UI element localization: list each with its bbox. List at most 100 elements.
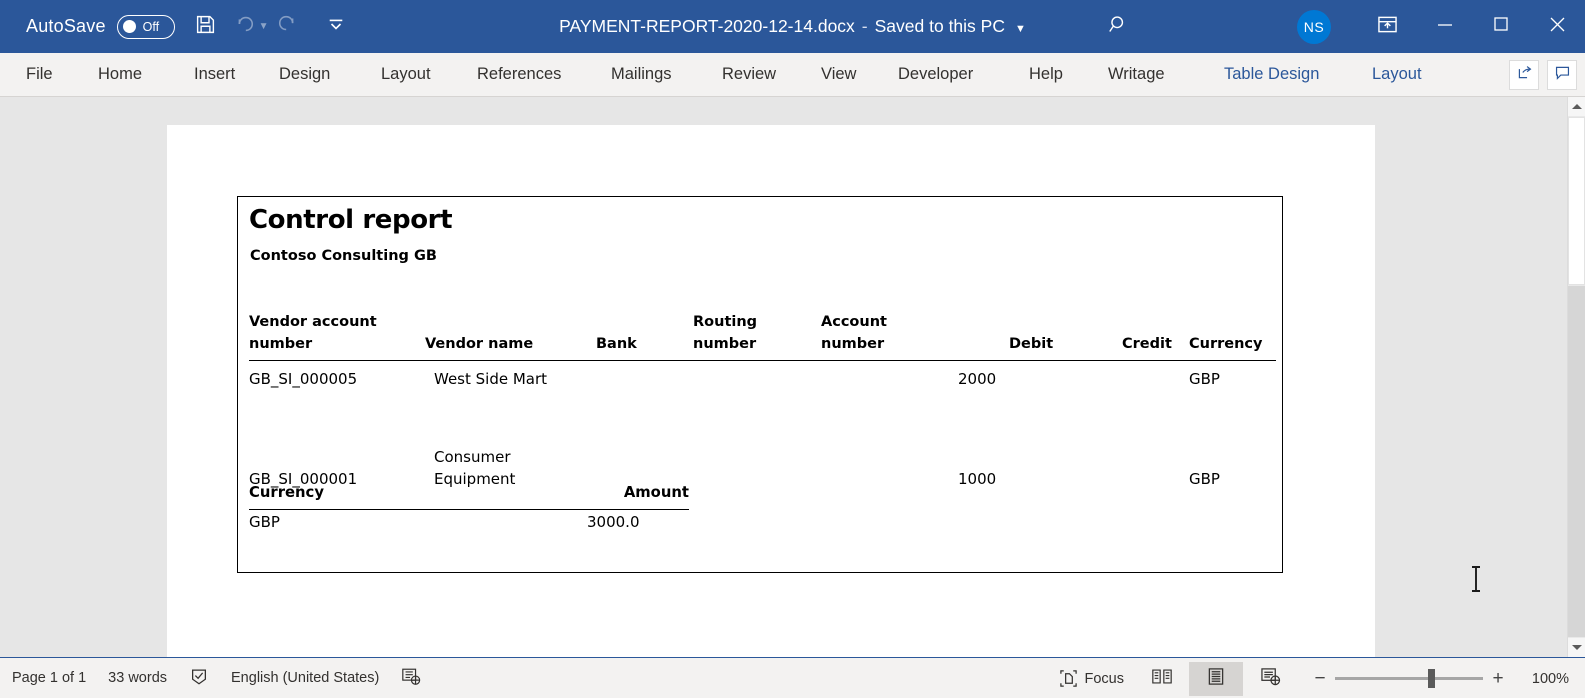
search-button[interactable]	[1091, 0, 1145, 53]
maximize-button[interactable]	[1473, 0, 1529, 53]
close-icon	[1549, 16, 1566, 38]
column-header-routing-number-line2: number	[693, 336, 757, 352]
save-button[interactable]	[187, 8, 225, 46]
tab-layout[interactable]: Layout	[381, 53, 431, 97]
zoom-slider-track[interactable]	[1335, 669, 1483, 688]
summary-header-row: Currency Amount	[249, 484, 689, 510]
tab-help[interactable]: Help	[1029, 53, 1063, 97]
cell-summary-amount: 3000.0	[587, 513, 640, 531]
tab-table-design[interactable]: Table Design	[1224, 53, 1319, 97]
web-layout-icon	[1260, 667, 1281, 691]
word-count-indicator[interactable]: 33 words	[97, 658, 178, 698]
column-header-debit: Debit	[1009, 336, 1054, 352]
scroll-up-button[interactable]	[1568, 97, 1585, 116]
cell-vendor-name-line1: Consumer	[434, 448, 511, 466]
minimize-button[interactable]	[1417, 0, 1473, 53]
avatar[interactable]: NS	[1297, 9, 1331, 44]
document-work-area: Control report Contoso Consulting GB Ven…	[0, 97, 1585, 685]
language-indicator[interactable]: English (United States)	[220, 658, 390, 698]
column-header-vendor-name: Vendor name	[425, 336, 534, 352]
accessibility-checker-icon	[401, 667, 421, 690]
tab-review[interactable]: Review	[722, 53, 776, 97]
tab-view[interactable]: View	[821, 53, 856, 97]
zoom-slider-thumb[interactable]	[1428, 669, 1436, 688]
cell-debit: 1000	[958, 470, 997, 488]
tab-design[interactable]: Design	[279, 53, 330, 97]
undo-button[interactable]	[225, 8, 263, 46]
zoom-control[interactable]: − + 100%	[1307, 668, 1585, 690]
document-page[interactable]: Control report Contoso Consulting GB Ven…	[167, 125, 1375, 685]
zoom-level-label[interactable]: 100%	[1525, 671, 1569, 687]
accessibility-checker-button[interactable]	[390, 658, 432, 698]
cell-vendor-name: West Side Mart	[434, 370, 548, 388]
share-button[interactable]	[1509, 60, 1539, 90]
chevron-down-icon[interactable]: ▼	[1015, 23, 1026, 35]
redo-icon	[277, 13, 299, 40]
web-layout-button[interactable]	[1243, 662, 1297, 696]
ribbon-right-buttons	[1509, 53, 1577, 97]
quick-access-toolbar: ▼	[187, 8, 355, 46]
autosave-control[interactable]: AutoSave Off	[26, 14, 175, 39]
document-filename: PAYMENT-REPORT-2020-12-14.docx	[559, 16, 855, 36]
tab-developer[interactable]: Developer	[898, 53, 973, 97]
zoom-out-button[interactable]: −	[1307, 668, 1333, 690]
grid-header-row: Vendor account number Vendor name Bank R…	[249, 313, 1276, 361]
column-header-summary-currency: Currency	[249, 484, 324, 501]
page-number-indicator[interactable]: Page 1 of 1	[0, 658, 97, 698]
comments-button[interactable]	[1547, 60, 1577, 90]
tab-references[interactable]: References	[477, 53, 561, 97]
ribbon-display-options-icon	[1377, 15, 1398, 39]
ribbon-tab-bar: File Home Insert Design Layout Reference…	[0, 53, 1585, 97]
table-row[interactable]: GB_SI_000005 West Side Mart 2000 GBP	[249, 361, 1276, 422]
cell-currency: GBP	[1189, 470, 1220, 488]
tab-insert[interactable]: Insert	[194, 53, 235, 97]
tab-writage[interactable]: Writage	[1108, 53, 1165, 97]
proofing-errors-button[interactable]	[178, 658, 220, 698]
scroll-up-arrow-icon	[1571, 104, 1582, 109]
vertical-scrollbar[interactable]	[1567, 97, 1585, 657]
print-layout-button[interactable]	[1189, 661, 1243, 696]
autosave-state-label: Off	[142, 19, 160, 34]
tab-file[interactable]: File	[26, 53, 53, 97]
customize-quick-access-toolbar-icon	[327, 17, 345, 36]
i-beam-text-cursor	[1469, 566, 1483, 592]
title-bar-right-controls: NS	[1091, 0, 1585, 53]
focus-mode-icon	[1059, 669, 1078, 688]
scroll-down-arrow-icon	[1571, 645, 1582, 650]
column-header-routing-number-line1: Routing	[693, 314, 758, 330]
table-row[interactable]: GB_SI_000001 Consumer Equipment 1000 GBP	[249, 422, 1276, 488]
cell-debit: 2000	[958, 370, 997, 388]
autosave-toggle-knob	[122, 20, 136, 33]
scrollbar-track[interactable]	[1568, 286, 1585, 637]
tab-home[interactable]: Home	[98, 53, 142, 97]
search-icon	[1108, 14, 1129, 40]
redo-button[interactable]	[269, 8, 307, 46]
save-icon	[195, 14, 216, 40]
column-header-credit: Credit	[1122, 336, 1172, 352]
title-separator: -	[861, 16, 868, 36]
cell-currency: GBP	[1189, 370, 1220, 388]
print-layout-icon	[1206, 667, 1226, 691]
control-report-table[interactable]: Control report Contoso Consulting GB Ven…	[237, 196, 1283, 573]
zoom-in-button[interactable]: +	[1485, 668, 1511, 690]
ribbon-display-options-button[interactable]	[1357, 0, 1417, 53]
tab-mailings[interactable]: Mailings	[611, 53, 672, 97]
customize-quick-access-toolbar-button[interactable]	[317, 8, 355, 46]
table-row[interactable]: GBP 3000.0	[249, 510, 689, 538]
undo-dropdown-chevron-icon[interactable]: ▼	[259, 21, 269, 32]
column-header-currency: Currency	[1189, 336, 1263, 352]
tab-table-layout[interactable]: Layout	[1372, 53, 1422, 97]
column-header-account-number-line2: number	[821, 336, 885, 352]
word-application-window: AutoSave Off ▼ PAYMENT-REPORT-2020-12-14…	[0, 0, 1585, 698]
focus-mode-button[interactable]: Focus	[1048, 658, 1136, 698]
document-title[interactable]: PAYMENT-REPORT-2020-12-14.docx - Saved to …	[559, 16, 1026, 37]
close-button[interactable]	[1529, 0, 1585, 53]
column-header-account-number-line1: Account	[821, 314, 887, 330]
column-header-vendor-account-number-line2: number	[249, 336, 313, 352]
scroll-down-button[interactable]	[1568, 638, 1585, 657]
scrollbar-thumb[interactable]	[1568, 117, 1585, 285]
page-title: Control report	[249, 205, 453, 235]
autosave-toggle[interactable]: Off	[116, 14, 175, 39]
title-bar: AutoSave Off ▼ PAYMENT-REPORT-2020-12-14…	[0, 0, 1585, 53]
read-mode-button[interactable]	[1135, 662, 1189, 696]
